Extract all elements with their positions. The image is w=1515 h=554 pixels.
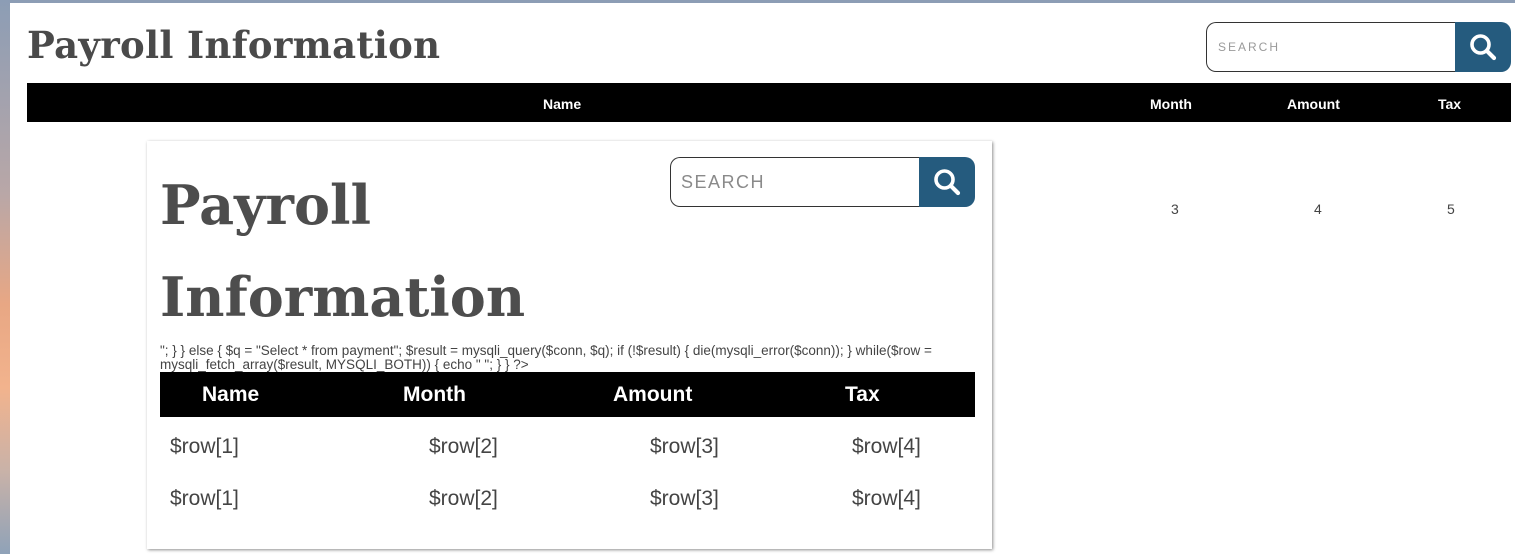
embedded-title-line-1: Payroll <box>160 173 372 237</box>
search-bar <box>1206 22 1511 72</box>
embedded-search-button[interactable] <box>919 157 975 207</box>
embedded-column-header-amount: Amount <box>613 383 693 406</box>
table-cell-amount: $row[3] <box>650 435 719 458</box>
column-header-amount: Amount <box>1287 96 1340 112</box>
embedded-table-header: Name Month Amount Tax <box>160 372 975 417</box>
column-header-month: Month <box>1150 96 1192 112</box>
embedded-column-header-tax: Tax <box>845 383 880 406</box>
table-cell-amount: $row[3] <box>650 487 719 510</box>
search-button[interactable] <box>1455 22 1511 72</box>
table-cell-name: $row[1] <box>170 487 239 510</box>
page: Payroll Information Name Month Amount Ta… <box>10 3 1515 554</box>
table-cell-amount: 4 <box>1314 201 1322 217</box>
embedded-search-bar <box>670 157 975 207</box>
table-cell-month: $row[2] <box>429 487 498 510</box>
embedded-page-title: Payroll Information <box>160 159 620 343</box>
search-input[interactable] <box>1206 22 1458 72</box>
table-row: $row[1] $row[2] $row[3] $row[4] <box>160 473 975 525</box>
embedded-column-header-month: Month <box>403 383 466 406</box>
embedded-title-line-2: Information <box>160 265 526 329</box>
table-cell-name: $row[1] <box>170 435 239 458</box>
search-icon <box>934 169 961 196</box>
embedded-search-input[interactable] <box>670 157 922 207</box>
search-icon <box>1470 34 1497 61</box>
page-title: Payroll Information <box>27 23 441 67</box>
table-row: $row[1] $row[2] $row[3] $row[4] <box>160 421 975 473</box>
table-header: Name Month Amount Tax <box>27 83 1511 122</box>
embedded-column-header-name: Name <box>202 383 260 406</box>
php-code-text: "; } } else { $q = "Select * from paymen… <box>160 344 932 372</box>
embedded-page-frame: Payroll Information "; } } else { $q = "… <box>147 141 992 549</box>
table-cell-tax: $row[4] <box>852 487 921 510</box>
column-header-name: Name <box>543 96 582 112</box>
table-cell-tax: 5 <box>1447 201 1455 217</box>
table-cell-month: 3 <box>1171 201 1179 217</box>
column-header-tax: Tax <box>1438 96 1462 112</box>
table-cell-month: $row[2] <box>429 435 498 458</box>
table-cell-tax: $row[4] <box>852 435 921 458</box>
